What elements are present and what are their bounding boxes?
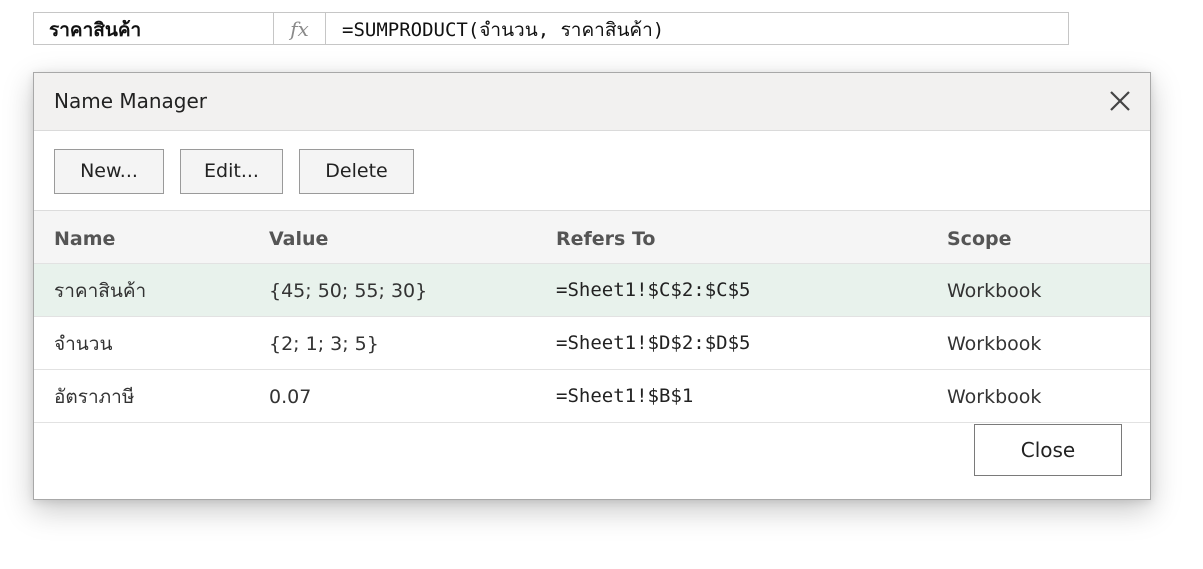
dialog-toolbar: New... Edit... Delete — [34, 131, 1150, 211]
close-icon[interactable] — [1106, 87, 1134, 115]
table-header: Name Value Refers To Scope — [34, 211, 1150, 264]
edit-button[interactable]: Edit... — [180, 149, 283, 194]
row-name: ราคาสินค้า — [54, 280, 147, 302]
close-button[interactable]: Close — [974, 424, 1122, 476]
dialog-title: Name Manager — [54, 89, 208, 113]
table-row[interactable]: ราคาสินค้า {45; 50; 55; 30} =Sheet1!$C$2… — [34, 264, 1150, 317]
row-value: {2; 1; 3; 5} — [269, 333, 379, 355]
row-scope: Workbook — [947, 280, 1042, 302]
column-header-value[interactable]: Value — [269, 211, 328, 267]
column-header-name[interactable]: Name — [54, 211, 115, 267]
row-scope: Workbook — [947, 386, 1042, 408]
name-manager-dialog: Name Manager New... Edit... Delete Name … — [33, 72, 1151, 500]
row-scope: Workbook — [947, 333, 1042, 355]
name-box[interactable]: ราคาสินค้า — [34, 13, 274, 44]
row-refers-to: =Sheet1!$D$2:$D$5 — [556, 332, 751, 354]
new-button[interactable]: New... — [54, 149, 164, 194]
row-value: 0.07 — [269, 386, 312, 408]
row-value: {45; 50; 55; 30} — [269, 280, 428, 302]
table-row[interactable]: อัตราภาษี 0.07 =Sheet1!$B$1 Workbook — [34, 370, 1150, 423]
delete-button[interactable]: Delete — [299, 149, 414, 194]
row-name: จำนวน — [54, 333, 113, 355]
row-refers-to: =Sheet1!$B$1 — [556, 385, 694, 407]
column-header-refers-to[interactable]: Refers To — [556, 211, 655, 267]
names-table: Name Value Refers To Scope ราคาสินค้า {4… — [34, 211, 1150, 423]
row-name: อัตราภาษี — [54, 386, 135, 408]
table-row[interactable]: จำนวน {2; 1; 3; 5} =Sheet1!$D$2:$D$5 Wor… — [34, 317, 1150, 370]
column-header-scope[interactable]: Scope — [947, 211, 1012, 267]
fx-icon[interactable]: fx — [274, 13, 326, 44]
formula-input[interactable]: =SUMPRODUCT(จำนวน, ราคาสินค้า) — [342, 13, 664, 44]
row-refers-to: =Sheet1!$C$2:$C$5 — [556, 279, 751, 301]
dialog-titlebar: Name Manager — [34, 73, 1150, 131]
formula-bar: ราคาสินค้า fx =SUMPRODUCT(จำนวน, ราคาสิน… — [33, 12, 1069, 45]
